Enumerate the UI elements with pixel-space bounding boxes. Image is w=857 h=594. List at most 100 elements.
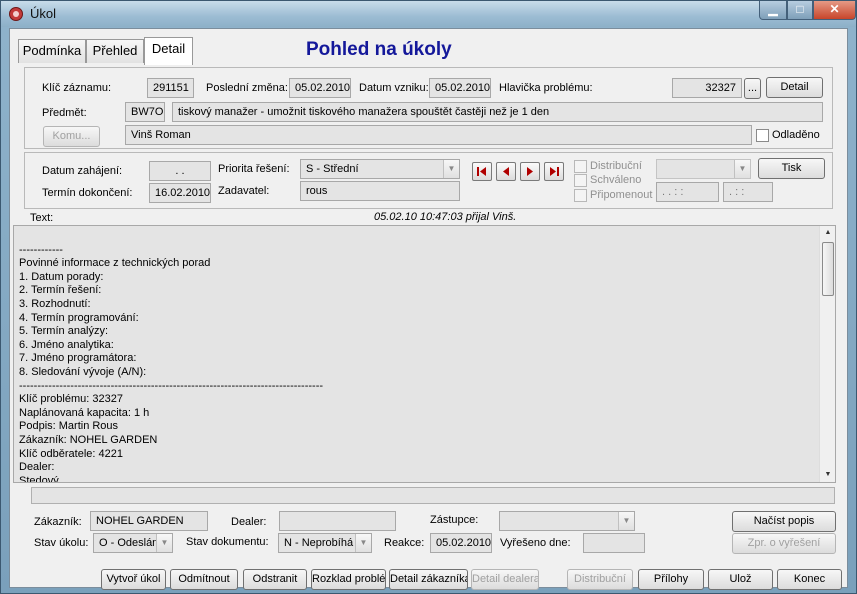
save-button[interactable]: Ulož [708,569,773,590]
chevron-down-icon[interactable]: ▼ [734,160,750,178]
distribution-select[interactable]: ▼ [656,159,751,179]
customer-label: Zákazník: [34,516,82,528]
first-record-button[interactable] [472,162,492,181]
text-line: Stedový [19,474,59,483]
start-date-field[interactable]: . . [149,161,211,181]
app-icon [8,6,24,22]
last-change-field: 05.02.2010 [289,78,351,98]
approved-checkbox[interactable] [574,174,587,187]
last-change-label: Poslední změna: [206,82,288,94]
end-button[interactable]: Konec [777,569,842,590]
attachments-button[interactable]: Přílohy [638,569,704,590]
text-line: ------------ [19,243,63,256]
tab-detail[interactable]: Detail [144,37,193,65]
text-area[interactable]: ------------ Povinné informace z technick… [13,225,836,483]
text-line [14,230,835,244]
created-label: Datum vzniku: [359,82,429,94]
remind-checkbox[interactable] [574,189,587,202]
created-field: 05.02.2010 [429,78,491,98]
reject-button[interactable]: Odmítnout [170,569,238,590]
prev-record-button[interactable] [496,162,516,181]
finish-date-field[interactable]: 16.02.2010 [149,183,211,203]
close-window-button[interactable]: ✕ [813,1,856,20]
first-record-icon [477,167,486,176]
postponed-checkbox[interactable] [756,129,769,142]
tab-podminka[interactable]: Podmínka [18,39,86,63]
dealer-label: Dealer: [231,516,267,528]
task-state-select[interactable]: O - Odeslán ▼ [93,533,173,553]
scroll-up-icon[interactable]: ▲ [820,226,835,240]
next-record-button[interactable] [520,162,540,181]
client-area: Podmínka Přehled Detail Pohled na úkoly … [9,28,848,590]
text-stamp: 05.02.10 10:47:03 přijal Vinš. [374,211,517,223]
text-content: ------------ Povinné informace z technick… [14,226,835,483]
customer-field: NOHEL GARDEN [90,511,208,531]
distribution-label: Distribuční [590,160,642,172]
subject-label: Předmět: [42,107,87,119]
to-field: Vinš Roman [125,125,752,145]
distribution-checkbox[interactable] [574,160,587,173]
remind-label: Připomenout [590,189,653,201]
scroll-down-icon[interactable]: ▼ [820,468,835,482]
text-line: ----------------------------------------… [19,379,324,392]
text-line: 8. Sledování vývoje (A/N): [19,365,147,378]
problem-header-field[interactable]: 32327 [672,78,742,98]
priority-select[interactable]: S - Střední ▼ [300,159,460,179]
load-description-button[interactable]: Načíst popis [732,511,836,532]
text-line: 4. Termín programování: [19,311,139,324]
text-line: 6. Jméno analytika: [19,338,114,351]
finish-date-label: Termín dokončení: [42,187,133,199]
record-key-field: 291151 [147,78,194,98]
chevron-down-icon[interactable]: ▼ [355,534,371,552]
dealer-detail-button[interactable]: Detail dealera [471,569,539,590]
maximize-button[interactable]: □ [787,1,813,20]
distribution-button[interactable]: Distribuční [567,569,633,590]
create-task-button[interactable]: Vytvoř úkol [101,569,166,590]
reaction-field[interactable]: 05.02.2010 [430,533,492,553]
deputy-select[interactable]: ▼ [499,511,635,531]
postponed-label: Odladěno [772,129,820,141]
dealer-field [279,511,396,531]
title-bar[interactable]: Úkol ▁ □ ✕ [1,1,856,27]
text-line: 5. Termín analýzy: [19,325,109,338]
deputy-label: Zástupce: [430,514,479,526]
submitter-label: Zadavatel: [218,185,270,197]
print-button[interactable]: Tisk [758,158,825,179]
text-line: Povinné informace z technických porad [19,257,211,270]
problem-lookup-button[interactable]: ... [744,78,761,99]
priority-label: Priorita řešení: [218,163,290,175]
chevron-down-icon[interactable]: ▼ [443,160,459,178]
last-record-button[interactable] [544,162,564,181]
remind-date-field[interactable]: . . : : [656,182,719,202]
subject-code-field[interactable]: BW7O [125,102,165,122]
subject-field[interactable]: tiskový manažer - umožnit tiskového mana… [172,102,823,122]
start-date-label: Datum zahájení: [42,165,123,177]
text-line: 2. Termín řešení: [19,284,102,297]
approved-label: Schváleno [590,174,642,186]
status-strip [31,487,835,504]
doc-state-select[interactable]: N - Neprobíhá ▼ [278,533,372,553]
remind-time-field[interactable]: . : : [723,182,773,202]
minimize-button[interactable]: ▁ [759,1,787,20]
breakdown-button[interactable]: Rozklad problém [311,569,386,590]
text-line: Dealer: [19,461,55,474]
text-line: Naplánovaná kapacita: 1 h [19,406,150,419]
delete-button[interactable]: Odstranit [243,569,307,590]
resolution-message-button[interactable]: Zpr. o vyřešení [732,533,836,554]
last-record-icon [550,167,559,176]
chevron-down-icon[interactable]: ▼ [618,512,634,530]
text-line: 1. Datum porady: [19,270,104,283]
record-key-label: Klíč záznamu: [42,82,112,94]
submitter-field: rous [300,181,460,201]
text-line: 3. Rozhodnutí: [19,297,91,310]
chevron-down-icon[interactable]: ▼ [156,534,172,552]
detail-button[interactable]: Detail [766,77,823,98]
to-button[interactable]: Komu... [43,126,100,147]
customer-detail-button[interactable]: Detail zákazníka [389,569,468,590]
tab-prehled[interactable]: Přehled [86,39,144,63]
vertical-scrollbar[interactable]: ▲ ▼ [819,226,835,482]
task-state-label: Stav úkolu: [34,537,89,549]
scroll-thumb[interactable] [822,242,834,296]
text-line: Zákazník: NOHEL GARDEN [19,433,158,446]
text-line: Klíč odběratele: 4221 [19,447,123,460]
